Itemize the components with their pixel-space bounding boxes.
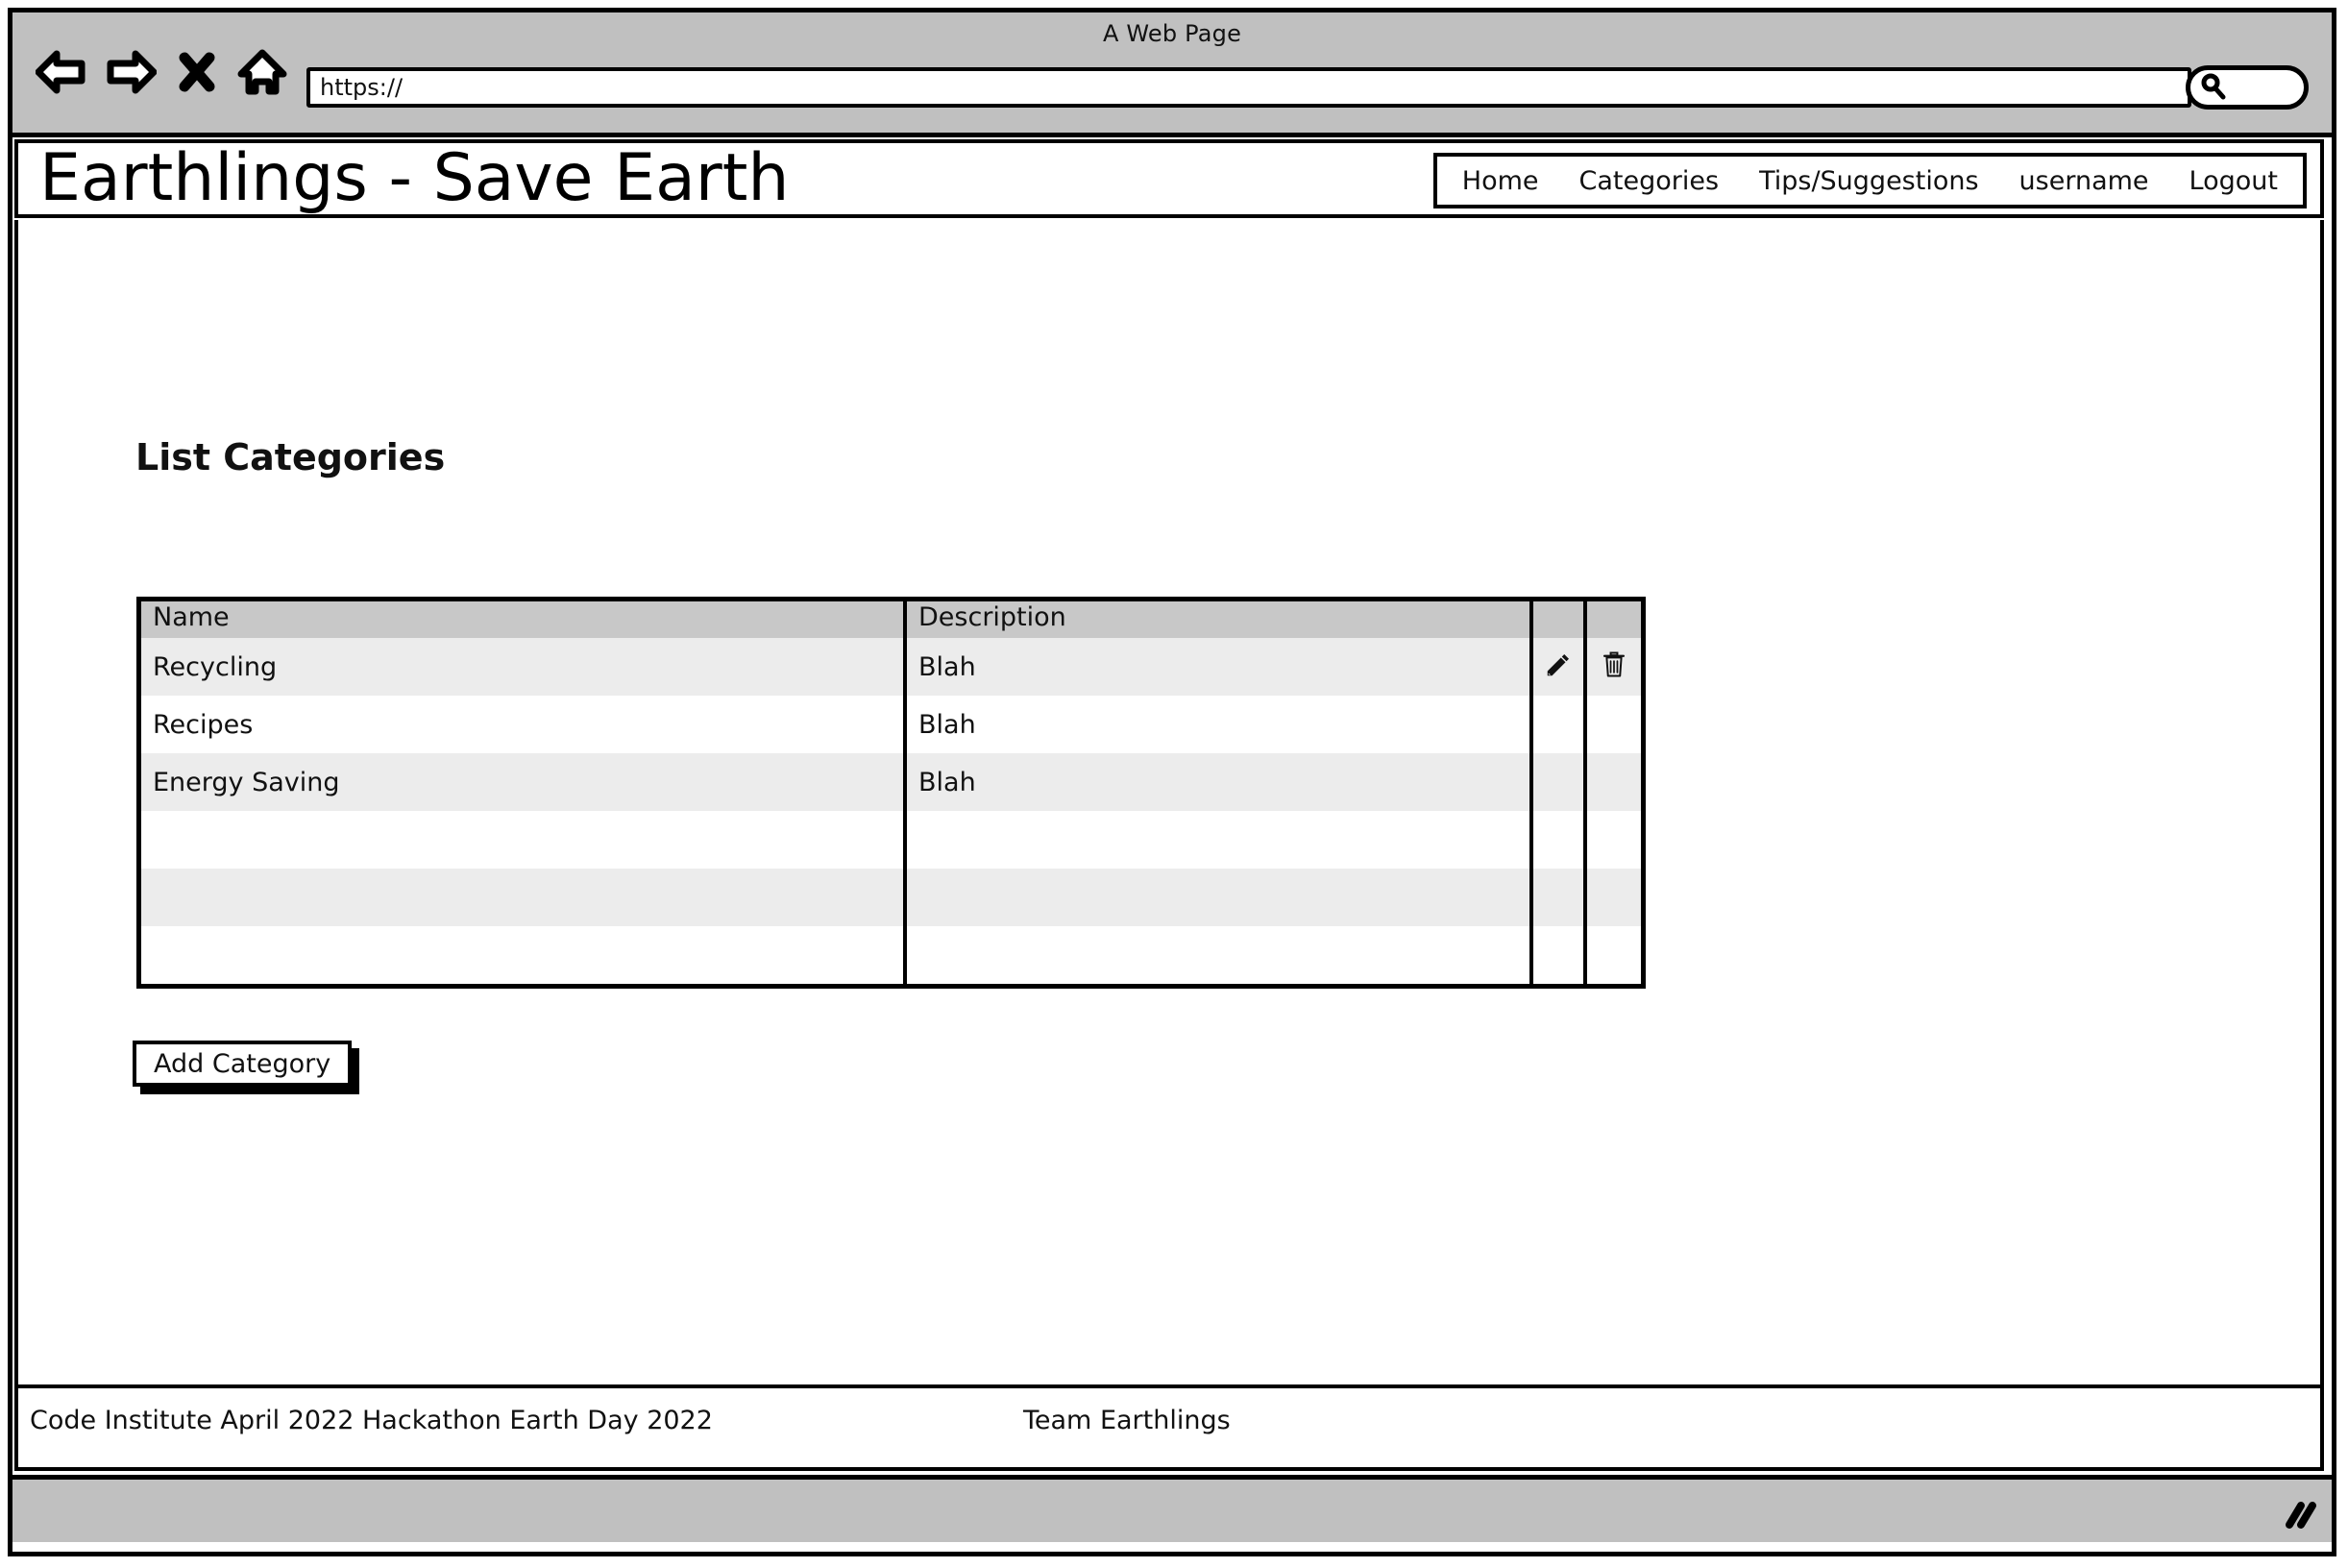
forward-arrow-icon[interactable] bbox=[107, 50, 157, 94]
cell-description: Blah bbox=[907, 638, 1533, 696]
footer-credit-text: Code Institute April 2022 Hackathon Eart… bbox=[30, 1406, 713, 1435]
column-header-delete bbox=[1587, 601, 1641, 638]
search-input[interactable] bbox=[2186, 65, 2309, 110]
cell-delete bbox=[1587, 926, 1641, 984]
site-footer: Code Institute April 2022 Hackathon Eart… bbox=[18, 1384, 2320, 1467]
main-nav: Home Categories Tips/Suggestions usernam… bbox=[1432, 153, 2307, 208]
page-viewport: Earthlings - Save Earth Home Categories … bbox=[12, 137, 2332, 1475]
site-header: Earthlings - Save Earth Home Categories … bbox=[14, 139, 2324, 218]
browser-window: A Web Page https:// Earthlings - Save Ea… bbox=[8, 8, 2336, 1556]
cell-edit bbox=[1533, 696, 1587, 753]
table-row[interactable]: Recipes Blah bbox=[141, 696, 1641, 753]
browser-chrome-bar: A Web Page https:// bbox=[12, 12, 2332, 137]
content-frame: List Categories Name Description Recycli… bbox=[14, 220, 2324, 1471]
cell-delete bbox=[1587, 869, 1641, 926]
pencil-icon[interactable] bbox=[1544, 650, 1573, 683]
trash-icon[interactable] bbox=[1601, 650, 1627, 683]
cell-delete bbox=[1587, 696, 1641, 753]
add-category-label: Add Category bbox=[154, 1048, 331, 1079]
browser-nav-icons bbox=[36, 49, 287, 95]
edit-category-button[interactable] bbox=[1533, 638, 1587, 696]
cell-edit bbox=[1533, 869, 1587, 926]
nav-item-categories[interactable]: Categories bbox=[1579, 166, 1720, 196]
table-row[interactable] bbox=[141, 811, 1641, 869]
column-header-description: Description bbox=[907, 601, 1533, 638]
table-row[interactable] bbox=[141, 926, 1641, 984]
cell-name: Energy Saving bbox=[141, 753, 907, 811]
cell-edit bbox=[1533, 926, 1587, 984]
cell-description bbox=[907, 811, 1533, 869]
close-x-icon[interactable] bbox=[178, 50, 216, 94]
table-row[interactable]: Energy Saving Blah bbox=[141, 753, 1641, 811]
table-row[interactable]: Recycling Blah bbox=[141, 638, 1641, 696]
home-icon[interactable] bbox=[237, 49, 287, 95]
categories-table: Name Description Recycling Blah Recipes … bbox=[136, 597, 1646, 989]
site-title: Earthlings - Save Earth bbox=[39, 140, 790, 216]
cell-name: Recipes bbox=[141, 696, 907, 753]
delete-category-button[interactable] bbox=[1587, 638, 1641, 696]
table-row[interactable] bbox=[141, 869, 1641, 926]
cell-edit bbox=[1533, 753, 1587, 811]
nav-item-home[interactable]: Home bbox=[1462, 166, 1539, 196]
footer-team-text: Team Earthlings bbox=[1023, 1406, 1231, 1435]
resize-grip-icon[interactable] bbox=[2274, 1498, 2316, 1534]
cell-description bbox=[907, 926, 1533, 984]
nav-item-username[interactable]: username bbox=[2019, 166, 2149, 196]
cell-name: Recycling bbox=[141, 638, 907, 696]
cell-name bbox=[141, 869, 907, 926]
cell-name bbox=[141, 926, 907, 984]
table-header-row: Name Description bbox=[141, 601, 1641, 638]
column-header-name: Name bbox=[141, 601, 907, 638]
cell-delete bbox=[1587, 753, 1641, 811]
url-input[interactable]: https:// bbox=[320, 74, 403, 101]
nav-item-tips-suggestions[interactable]: Tips/Suggestions bbox=[1759, 166, 1978, 196]
url-bar[interactable]: https:// bbox=[306, 67, 2191, 108]
cell-name bbox=[141, 811, 907, 869]
page-title: List Categories bbox=[135, 436, 446, 479]
cell-description bbox=[907, 869, 1533, 926]
nav-item-logout[interactable]: Logout bbox=[2189, 166, 2278, 196]
add-category-button[interactable]: Add Category bbox=[133, 1041, 353, 1087]
cell-edit bbox=[1533, 811, 1587, 869]
column-header-edit bbox=[1533, 601, 1587, 638]
cell-description: Blah bbox=[907, 696, 1533, 753]
cell-description: Blah bbox=[907, 753, 1533, 811]
window-title: A Web Page bbox=[1102, 20, 1242, 47]
search-icon bbox=[2198, 71, 2227, 104]
back-arrow-icon[interactable] bbox=[36, 50, 86, 94]
cell-delete bbox=[1587, 811, 1641, 869]
status-bar bbox=[12, 1475, 2332, 1542]
